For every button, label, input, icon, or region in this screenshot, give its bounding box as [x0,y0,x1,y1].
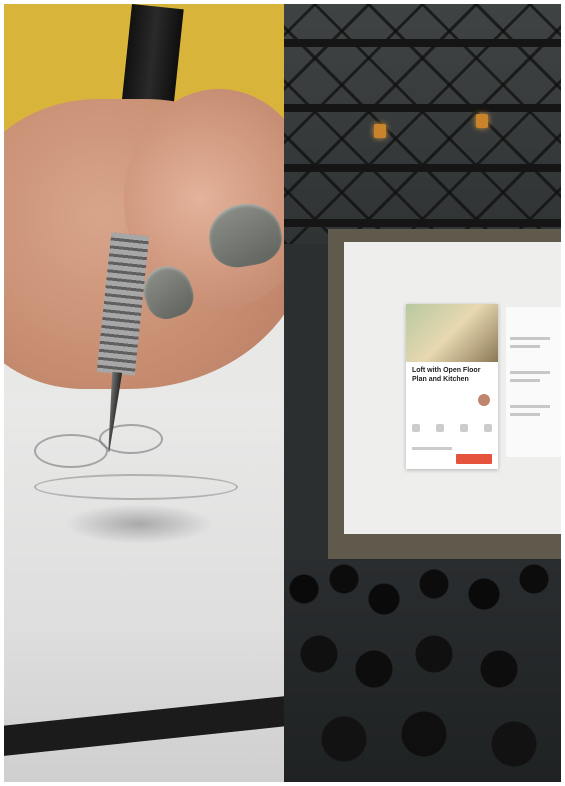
amenity-icon [436,424,444,432]
ceiling-beam [284,104,561,112]
stage-light [476,114,488,128]
text-line [510,413,540,416]
listing-title: Loft with Open Floor Plan and Kitchen [412,367,481,383]
photo-collage: Loft with Open Floor Plan and Kitchen [4,4,561,782]
audience-silhouettes [284,559,561,782]
app-listing-card: Loft with Open Floor Plan and Kitchen [406,304,498,469]
listing-photo [406,304,498,362]
amenity-icons [412,424,492,434]
presentation-photo: Loft with Open Floor Plan and Kitchen [284,4,561,782]
ceiling-beam [284,39,561,47]
amenity-icon [484,424,492,432]
sketching-photo [4,4,284,782]
text-line [510,379,540,382]
projection-screen: Loft with Open Floor Plan and Kitchen [344,242,561,534]
text-line [510,345,540,348]
pencil-sketch-stroke [34,434,108,468]
ceiling-beam [284,164,561,172]
text-line [510,337,550,340]
graphite-smudge [64,504,214,544]
sidebar-list [506,307,561,457]
stage-light [374,124,386,138]
book-button [456,454,492,464]
host-avatar [478,394,490,406]
amenity-icon [412,424,420,432]
pencil-sketch-stroke [34,474,238,500]
ceiling-beam [284,219,561,227]
text-line [412,447,452,450]
amenity-icon [460,424,468,432]
text-line [510,405,550,408]
text-line [510,371,550,374]
